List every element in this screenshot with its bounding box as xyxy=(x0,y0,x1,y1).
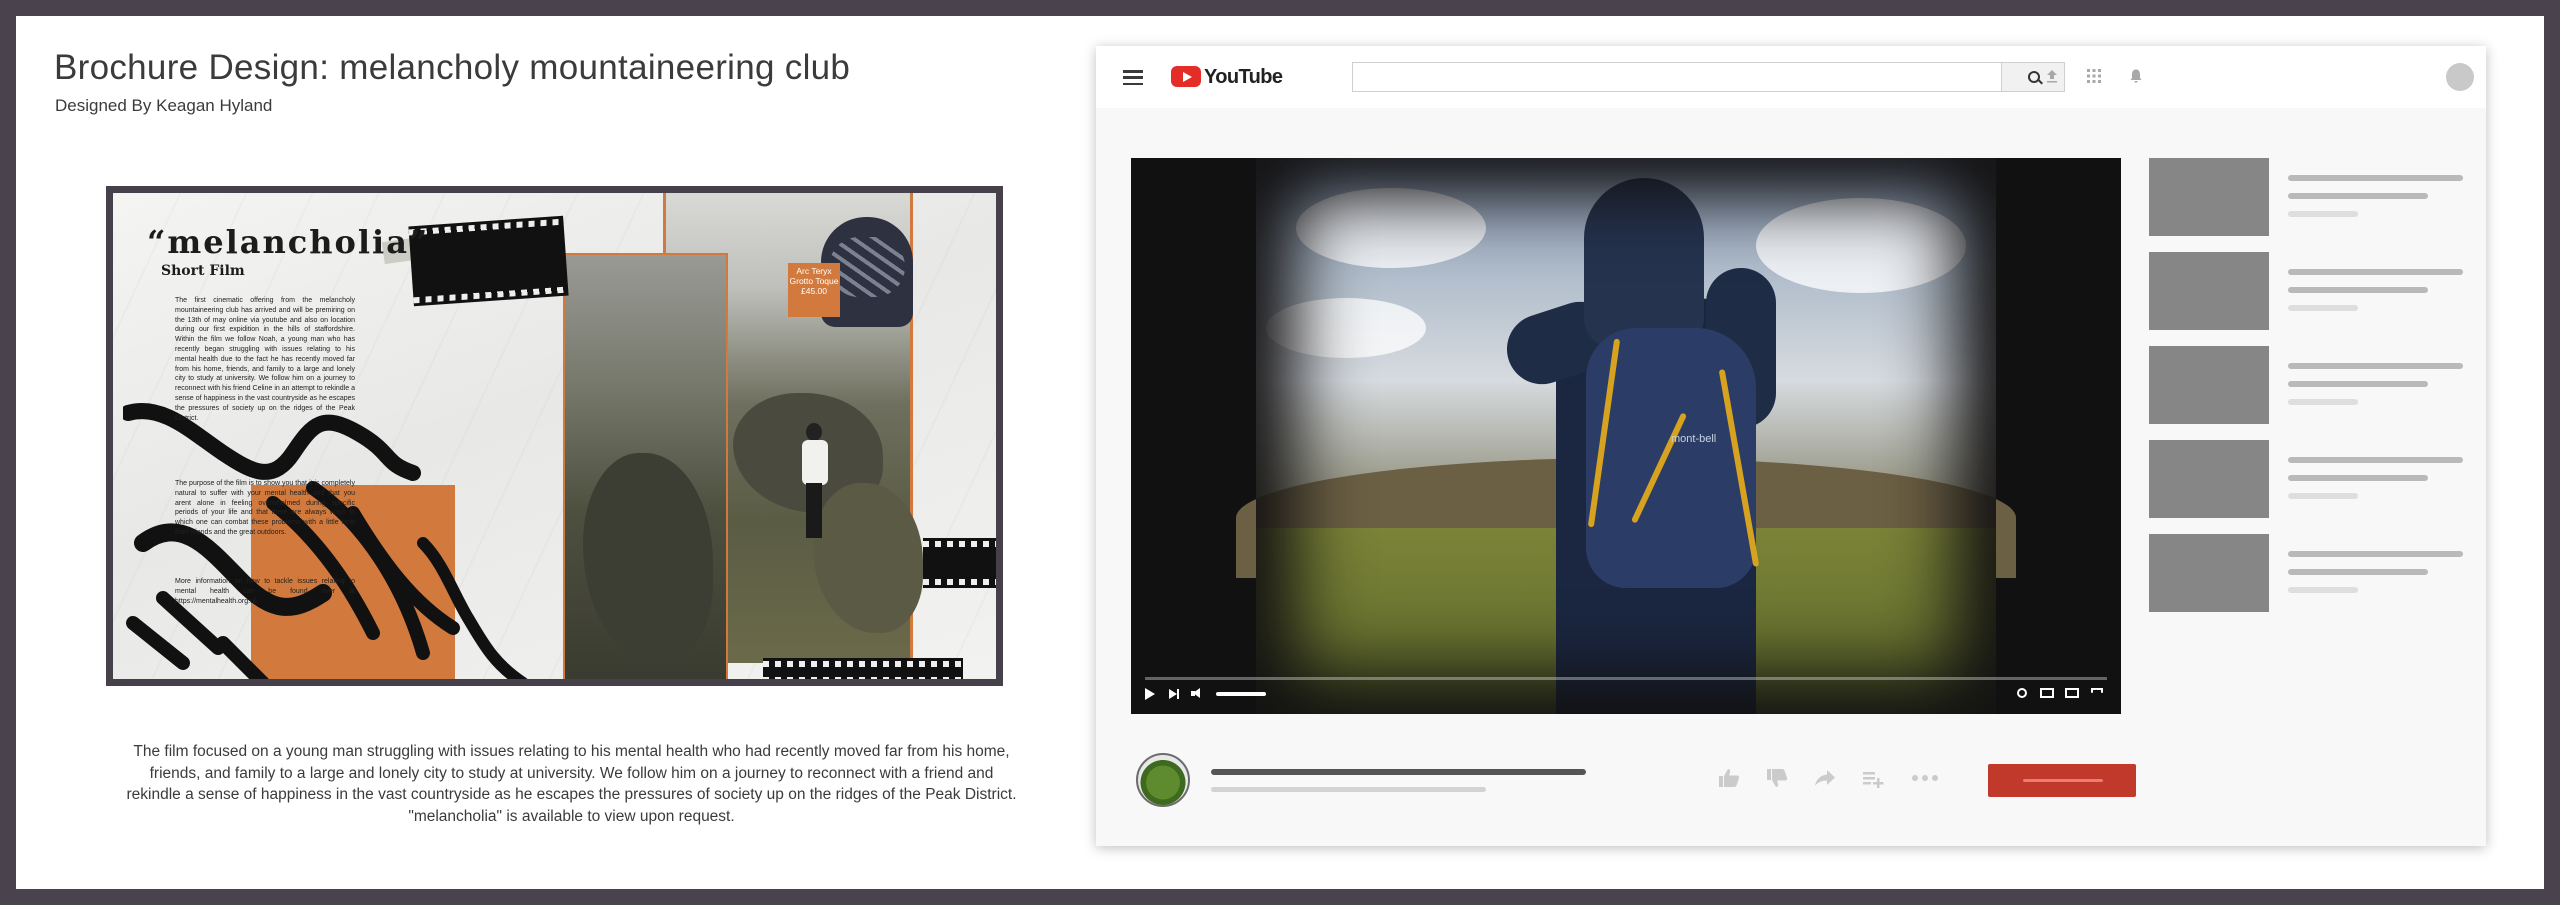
price-tag: Arc Teryx Grotto Toque £45.00 xyxy=(788,263,840,317)
related-video-item[interactable] xyxy=(2149,346,2463,424)
related-video-item[interactable] xyxy=(2149,252,2463,330)
related-video-thumbnail xyxy=(2149,534,2269,612)
page-subtitle: Designed By Keagan Hyland xyxy=(55,96,273,115)
related-video-thumbnail xyxy=(2149,440,2269,518)
related-video-thumbnail xyxy=(2149,346,2269,424)
more-icon[interactable] xyxy=(1911,768,1939,788)
youtube-header: YouTube xyxy=(1096,46,2486,108)
brochure-paragraph: More information on how to tackle issues… xyxy=(175,578,355,605)
player-controls xyxy=(1131,674,2121,714)
dislike-icon[interactable] xyxy=(1766,768,1788,788)
brochure-subheading: Short Film xyxy=(161,263,245,279)
video-title-placeholder xyxy=(1211,769,1586,775)
progress-bar[interactable] xyxy=(1145,677,2107,680)
video-meta-placeholder xyxy=(1211,787,1486,792)
upload-icon[interactable] xyxy=(2044,68,2060,84)
subscribe-button[interactable] xyxy=(1988,764,2136,797)
youtube-logo-text: YouTube xyxy=(1204,66,1283,88)
hamburger-menu-icon[interactable] xyxy=(1123,70,1143,86)
search-input[interactable] xyxy=(1352,62,2002,92)
video-frame: mont-bell xyxy=(1236,158,2016,714)
related-video-item[interactable] xyxy=(2149,440,2463,518)
youtube-mockup: YouTube mont-bell xyxy=(1096,46,2486,846)
brochure-paragraph: The first cinematic offering from the me… xyxy=(175,297,355,422)
fullscreen-icon[interactable] xyxy=(2091,688,2103,700)
like-icon[interactable] xyxy=(1718,768,1740,788)
backpack-logo: mont-bell xyxy=(1671,433,1717,445)
related-video-thumbnail xyxy=(2149,158,2269,236)
miniplayer-icon[interactable] xyxy=(2040,688,2054,698)
apps-icon[interactable] xyxy=(2086,68,2102,84)
theater-icon[interactable] xyxy=(2065,688,2079,698)
presentation-sheet: Brochure Design: melancholy mountaineeri… xyxy=(16,16,2544,889)
related-video-thumbnail xyxy=(2149,252,2269,330)
brochure-paragraph: The purpose of the film is to show you t… xyxy=(175,480,355,536)
user-avatar[interactable] xyxy=(2446,63,2474,91)
add-to-playlist-icon[interactable] xyxy=(1862,768,1884,788)
play-icon[interactable] xyxy=(1145,688,1155,700)
page-title: Brochure Design: melancholy mountaineeri… xyxy=(54,48,851,87)
brochure-image: Arc Teryx Grotto Toque £45.00 “melanchol… xyxy=(106,186,1003,686)
settings-icon[interactable] xyxy=(2017,688,2027,698)
search-icon xyxy=(2028,71,2040,83)
photo-person xyxy=(798,423,830,543)
film-strip xyxy=(923,538,996,588)
bell-icon[interactable] xyxy=(2128,68,2144,84)
film-strip xyxy=(408,215,569,307)
volume-slider[interactable] xyxy=(1216,692,1266,696)
film-strip xyxy=(763,658,963,679)
video-player[interactable]: mont-bell xyxy=(1131,158,2121,714)
brochure-heading: “melancholia” xyxy=(147,223,430,261)
related-video-item[interactable] xyxy=(2149,158,2463,236)
description-caption: The film focused on a young man struggli… xyxy=(126,743,1017,825)
hiker-figure: mont-bell xyxy=(1497,178,1796,714)
channel-avatar[interactable] xyxy=(1136,753,1190,807)
share-icon[interactable] xyxy=(1814,768,1836,788)
youtube-play-icon xyxy=(1171,66,1201,87)
related-video-item[interactable] xyxy=(2149,534,2463,612)
